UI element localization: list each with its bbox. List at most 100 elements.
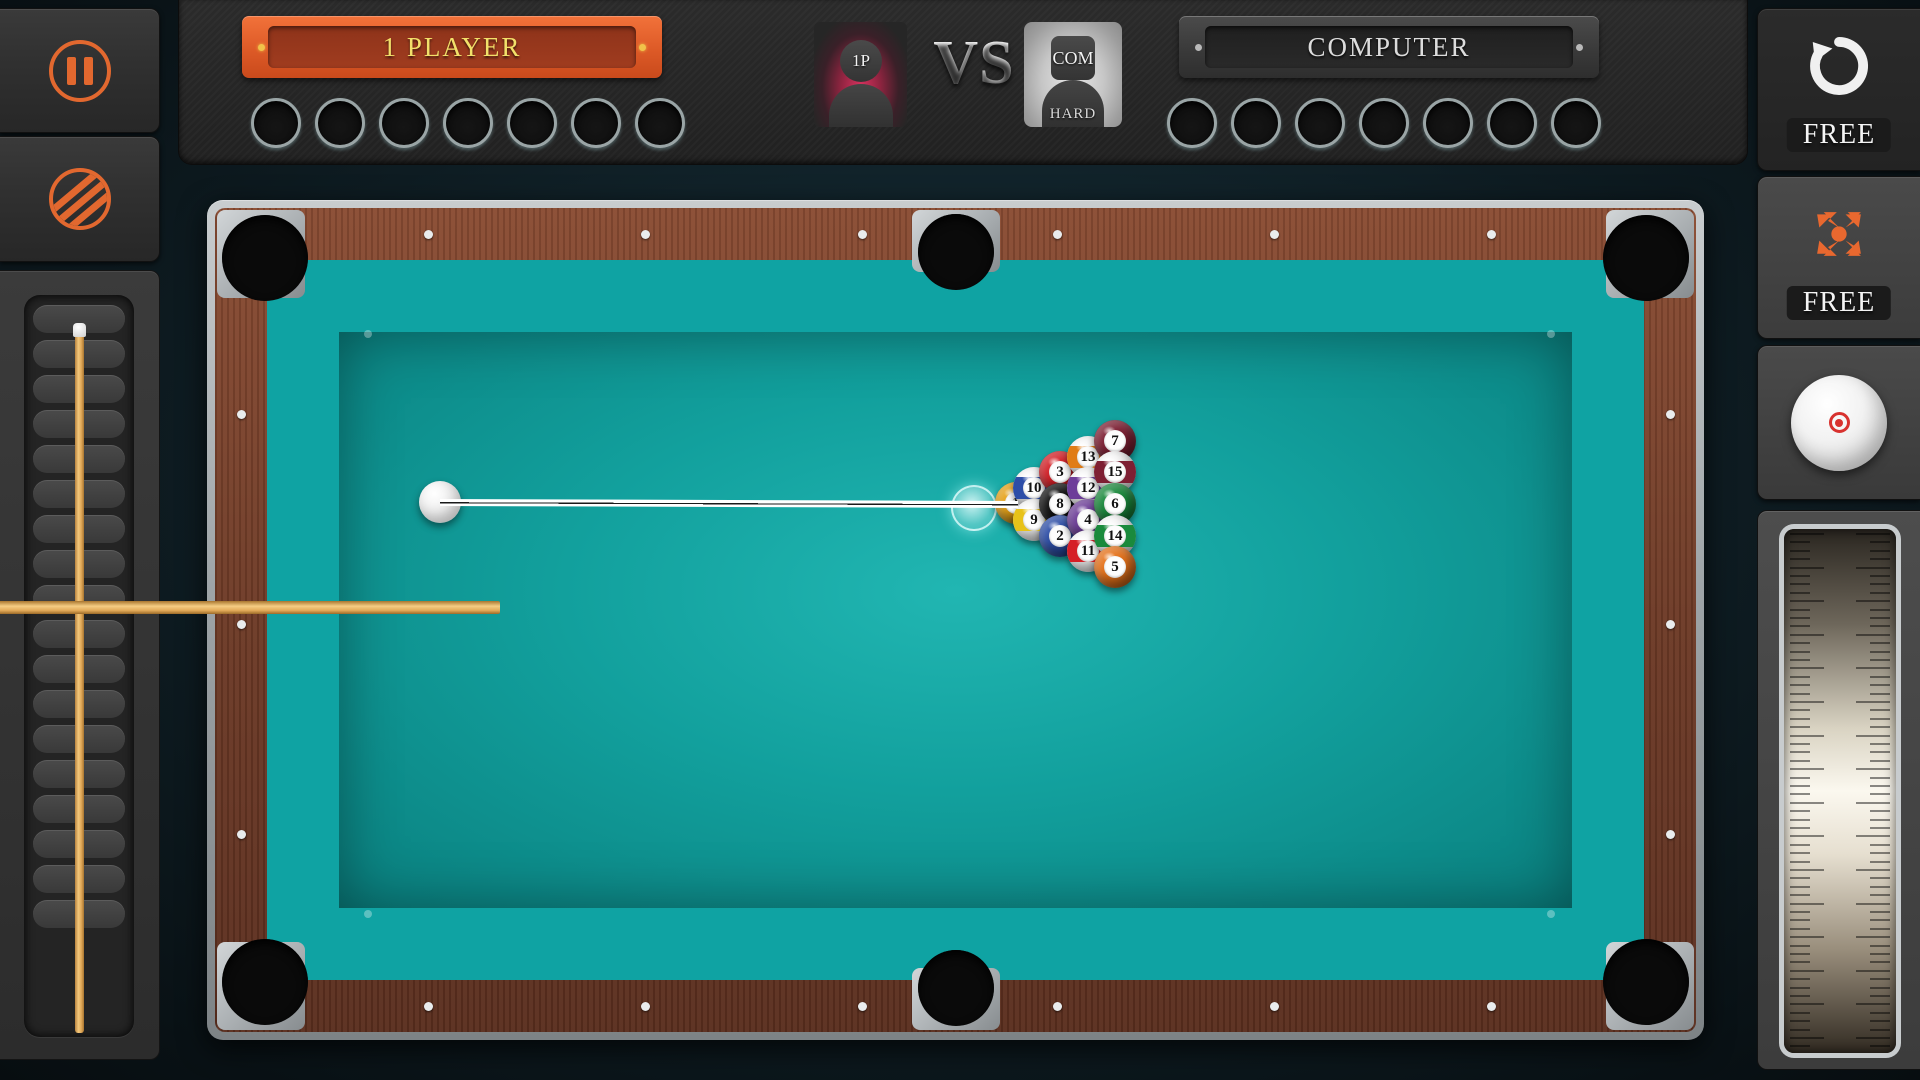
rail-diamond xyxy=(641,230,651,239)
power-ticks-left xyxy=(1790,529,1830,1053)
undo-button[interactable]: FREE xyxy=(1757,8,1920,171)
power-tick xyxy=(1856,667,1890,670)
power-tick xyxy=(1870,575,1890,577)
difficulty-label: HARD xyxy=(1049,106,1097,122)
power-tick xyxy=(1870,944,1890,947)
rail-diamond xyxy=(858,1002,868,1011)
game-hud: 1 PLAYER 1P VS COM HARD COMPUTER xyxy=(178,0,1748,165)
power-tick xyxy=(1870,659,1890,661)
power-tick xyxy=(1790,692,1810,695)
pocket-bottom-right xyxy=(1603,939,1689,1025)
spin-target-marker[interactable] xyxy=(1828,412,1850,433)
computer-name-plate: COMPUTER xyxy=(1179,16,1599,78)
rail-diamond xyxy=(858,230,868,239)
power-tick xyxy=(1870,726,1890,729)
ghost-ball-target xyxy=(951,485,997,531)
ball-slot xyxy=(1167,98,1217,148)
power-tick xyxy=(1856,801,1890,804)
power-tick xyxy=(1856,734,1890,737)
pause-button[interactable] xyxy=(0,8,160,133)
avatar-body xyxy=(829,84,893,127)
power-tick xyxy=(1870,650,1890,653)
power-meter-gauge[interactable] xyxy=(1784,529,1896,1053)
ball-slot xyxy=(1231,98,1281,148)
plate-dot-right xyxy=(639,44,646,51)
power-tick xyxy=(1790,549,1810,552)
power-tick xyxy=(1790,835,1824,838)
power-tick xyxy=(1790,558,1810,561)
cue-stick-selector[interactable] xyxy=(0,270,160,1060)
power-tick xyxy=(1790,759,1810,762)
plate-dot-left xyxy=(258,44,265,51)
power-tick xyxy=(1870,675,1890,678)
power-tick xyxy=(1790,633,1824,636)
power-tick xyxy=(1790,709,1810,712)
power-tick xyxy=(1790,1020,1810,1023)
move-four-arrows-icon xyxy=(1804,199,1874,269)
power-tick xyxy=(1790,717,1810,720)
power-tick xyxy=(1870,818,1890,821)
spin-ball-icon[interactable] xyxy=(1791,374,1887,471)
ball-slot xyxy=(571,98,621,148)
power-tick xyxy=(1790,625,1810,628)
cue-stick-aiming[interactable] xyxy=(0,601,500,614)
power-tick xyxy=(1790,533,1824,535)
move-ball-button[interactable]: FREE xyxy=(1757,176,1920,339)
right-control-bar: FREE FREE xyxy=(1755,0,1920,1080)
power-tick xyxy=(1856,633,1890,636)
power-tick xyxy=(1790,919,1810,922)
pocket-top-middle xyxy=(917,214,994,290)
power-tick xyxy=(1870,608,1890,611)
felt-spot xyxy=(1546,909,1555,918)
aim-guide-line xyxy=(439,498,1019,508)
power-tick xyxy=(1870,927,1890,930)
power-tick xyxy=(1790,995,1810,997)
power-tick xyxy=(1790,751,1810,754)
ball-number-label: 7 xyxy=(1104,430,1126,452)
rail-diamond xyxy=(1666,620,1675,629)
rail-diamond xyxy=(237,620,246,629)
power-tick xyxy=(1790,617,1810,619)
felt-spot xyxy=(364,330,373,339)
pool-ball-5: 5 xyxy=(1094,546,1136,588)
power-tick xyxy=(1790,684,1810,687)
cue-ball-spin-control[interactable] xyxy=(1757,345,1920,500)
pocket-bottom-middle xyxy=(917,950,994,1026)
power-tick xyxy=(1870,692,1890,695)
power-tick xyxy=(1790,1028,1810,1031)
power-tick xyxy=(1790,675,1810,678)
power-tick xyxy=(1790,902,1824,905)
power-tick xyxy=(1790,541,1810,544)
power-tick xyxy=(1870,911,1890,913)
player-name-label: 1 PLAYER xyxy=(268,26,636,68)
avatar-label: 1P xyxy=(840,40,882,82)
aim-mode-button[interactable] xyxy=(0,136,160,262)
power-tick xyxy=(1790,566,1824,569)
power-tick xyxy=(1790,1045,1810,1048)
power-tick xyxy=(1790,843,1810,846)
power-tick xyxy=(1790,885,1810,888)
ball-slot xyxy=(443,98,493,148)
power-tick xyxy=(1790,768,1824,771)
power-tick xyxy=(1790,818,1810,821)
rail-diamond xyxy=(1666,830,1675,839)
power-tick xyxy=(1870,852,1890,855)
ball-slot xyxy=(1295,98,1345,148)
rail-diamond xyxy=(1052,230,1062,239)
rail-diamond xyxy=(237,830,246,839)
power-tick xyxy=(1870,978,1890,981)
power-tick xyxy=(1790,827,1810,829)
power-tick xyxy=(1790,600,1824,603)
power-meter[interactable] xyxy=(1757,510,1920,1070)
power-tick xyxy=(1870,684,1890,687)
power-tick xyxy=(1870,885,1890,888)
power-tick xyxy=(1790,734,1824,737)
power-tick xyxy=(1790,667,1824,670)
computer-avatar: COM HARD xyxy=(1024,22,1122,127)
power-ticks-right xyxy=(1850,529,1890,1053)
power-tick xyxy=(1790,650,1810,653)
pool-table[interactable]: 110938213124117156145 xyxy=(207,200,1704,1040)
power-tick xyxy=(1870,1045,1890,1048)
power-tick xyxy=(1790,743,1810,745)
power-tick xyxy=(1856,600,1890,603)
